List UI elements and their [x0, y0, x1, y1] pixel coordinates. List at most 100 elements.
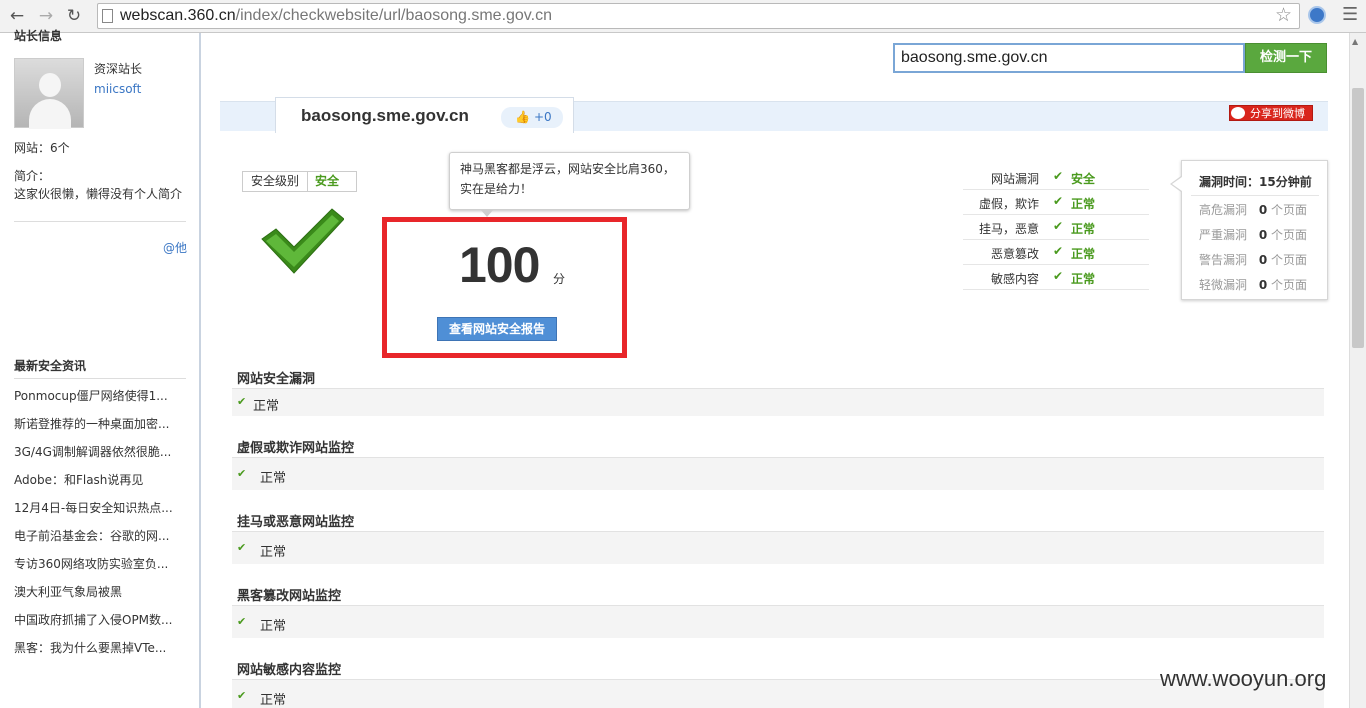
watermark: www.wooyun.org — [1160, 666, 1327, 691]
weibo-icon — [1231, 107, 1245, 119]
section-status-bar: ✔ 正常 — [232, 388, 1324, 416]
vuln-unit: 个页面 — [1271, 278, 1308, 292]
status-row: 恶意篡改 ✔ 正常 — [963, 240, 1149, 265]
vuln-row: 警告漏洞 0 个页面 — [1199, 251, 1307, 268]
intro-label: 简介： — [14, 169, 51, 183]
status-label: 网站漏洞 — [990, 172, 1039, 186]
like-button[interactable]: 👍 +0 — [501, 107, 563, 128]
scroll-up-icon[interactable]: ▲ — [1352, 37, 1358, 46]
section-title: 黑客篡改网站监控 — [237, 589, 342, 604]
scan-button[interactable]: 检测一下 — [1245, 43, 1327, 73]
vuln-unit: 个页面 — [1271, 253, 1308, 267]
section-title: 网站安全漏洞 — [237, 372, 316, 387]
check-icon: ✔ — [1053, 169, 1064, 183]
section-title: 虚假或欺诈网站监控 — [237, 441, 355, 456]
menu-icon[interactable]: ☰ — [1342, 4, 1358, 25]
news-item[interactable]: 12月4日-每日安全知识热点... — [14, 499, 189, 516]
check-icon: ✔ — [237, 689, 247, 702]
vuln-time: 漏洞时间：15分钟前 — [1199, 175, 1312, 189]
status-label: 挂马，恶意 — [978, 222, 1039, 236]
username-link[interactable]: miicsoft — [94, 82, 141, 96]
sidebar-section-title: 站长信息 — [14, 29, 63, 43]
section-title: 网站敏感内容监控 — [237, 663, 342, 678]
divider — [14, 221, 186, 222]
page-icon — [102, 9, 113, 23]
at-him-link[interactable]: @他 — [163, 239, 187, 256]
score-unit: 分 — [553, 272, 566, 286]
status-value: 正常 — [1071, 222, 1096, 236]
like-count: +0 — [534, 110, 552, 124]
reload-icon[interactable]: ↻ — [63, 5, 85, 27]
status-value: 正常 — [1071, 272, 1096, 286]
check-icon: ✔ — [1053, 219, 1064, 233]
news-item[interactable]: Ponmocup僵尸网络使得1... — [14, 387, 189, 404]
section-status-bar: ✔ 正常 — [232, 457, 1324, 490]
share-weibo-button[interactable]: 分享到微博 — [1229, 105, 1313, 121]
view-report-button[interactable]: 查看网站安全报告 — [437, 317, 557, 341]
section-status: 正常 — [260, 545, 287, 560]
intro-text: 这家伙很懒，懒得没有个人简介 — [14, 187, 183, 201]
avatar-icon[interactable] — [14, 58, 84, 129]
url-host: webscan.360.cn — [120, 7, 236, 24]
score-tooltip: 神马黑客都是浮云，网站安全比肩360，实在是给力！ — [449, 152, 690, 210]
status-row: 敏感内容 ✔ 正常 — [963, 265, 1149, 290]
star-icon[interactable]: ☆ — [1275, 4, 1292, 26]
scrollbar[interactable]: ▲ — [1349, 33, 1366, 708]
vuln-count: 0 — [1258, 203, 1268, 217]
section-status: 正常 — [253, 399, 280, 414]
check-icon: ✔ — [1053, 194, 1064, 208]
section-status: 正常 — [260, 693, 287, 708]
vuln-row: 严重漏洞 0 个页面 — [1199, 226, 1307, 243]
globe-icon[interactable] — [1308, 6, 1326, 24]
status-row: 虚假，欺诈 ✔ 正常 — [963, 190, 1149, 215]
user-role: 资深站长 — [94, 62, 143, 76]
vuln-unit: 个页面 — [1271, 203, 1308, 217]
section-status-bar: ✔ 正常 — [232, 531, 1324, 564]
status-value: 正常 — [1071, 247, 1096, 261]
vuln-label: 警告漏洞 — [1199, 253, 1248, 267]
news-item[interactable]: Adobe：和Flash说再见 — [14, 471, 189, 488]
sidebar: 站长信息 资深站长 miicsoft 网站：6个 简介： 这家伙很懒，懒得没有个… — [0, 29, 201, 708]
status-label: 恶意篡改 — [990, 247, 1039, 261]
vuln-count: 0 — [1258, 278, 1268, 292]
news-item[interactable]: 斯诺登推荐的一种桌面加密... — [14, 415, 189, 432]
vuln-row: 高危漏洞 0 个页面 — [1199, 201, 1307, 218]
check-icon: ✔ — [237, 541, 247, 554]
security-level-badge: 安全级别 安全 — [242, 171, 357, 192]
news-item[interactable]: 黑客：我为什么要黑掉VTe... — [14, 639, 189, 656]
news-item[interactable]: 中国政府抓捕了入侵OPM数... — [14, 611, 189, 628]
back-arrow-icon[interactable]: ← — [6, 5, 28, 27]
section-status: 正常 — [260, 619, 287, 634]
news-item[interactable]: 澳大利亚气象局被黑 — [14, 583, 189, 600]
news-item[interactable]: 专访360网络攻防实验室负... — [14, 555, 189, 572]
site-domain: baosong.sme.gov.cn — [301, 106, 469, 125]
thumbs-up-icon: 👍 — [515, 110, 530, 124]
check-icon: ✔ — [237, 395, 247, 408]
security-level-label: 安全级别 — [251, 174, 300, 188]
news-item[interactable]: 电子前沿基金会：谷歌的网... — [14, 527, 189, 544]
vuln-label: 轻微漏洞 — [1199, 278, 1248, 292]
tooltip-arrow — [480, 209, 494, 217]
browser-toolbar: ← → ↻ webscan.360.cn/index/checkwebsite/… — [0, 0, 1366, 33]
url-path: /index/checkwebsite/url/baosong.sme.gov.… — [235, 7, 552, 24]
score-highlight-box: 100 分 查看网站安全报告 — [382, 217, 627, 358]
site-count: 网站：6个 — [14, 141, 70, 155]
status-label: 敏感内容 — [990, 272, 1039, 286]
news-item[interactable]: 3G/4G调制解调器依然很脆... — [14, 443, 189, 460]
check-icon: ✔ — [1053, 244, 1064, 258]
big-check-icon — [261, 208, 344, 274]
check-icon: ✔ — [237, 615, 247, 628]
vuln-label: 高危漏洞 — [1199, 203, 1248, 217]
status-value: 正常 — [1071, 197, 1096, 211]
vuln-count: 0 — [1258, 228, 1268, 242]
forward-arrow-icon[interactable]: → — [35, 5, 57, 27]
check-icon: ✔ — [237, 467, 247, 480]
search-input[interactable]: baosong.sme.gov.cn — [893, 43, 1245, 73]
news-title: 最新安全资讯 — [14, 359, 87, 373]
address-bar[interactable]: webscan.360.cn/index/checkwebsite/url/ba… — [97, 3, 1300, 29]
scrollbar-thumb[interactable] — [1352, 88, 1364, 348]
status-row: 挂马，恶意 ✔ 正常 — [963, 215, 1149, 240]
status-row: 网站漏洞 ✔ 安全 — [963, 165, 1149, 190]
site-tab: baosong.sme.gov.cn 👍 +0 — [275, 97, 574, 133]
search-input-value: baosong.sme.gov.cn — [901, 49, 1048, 66]
